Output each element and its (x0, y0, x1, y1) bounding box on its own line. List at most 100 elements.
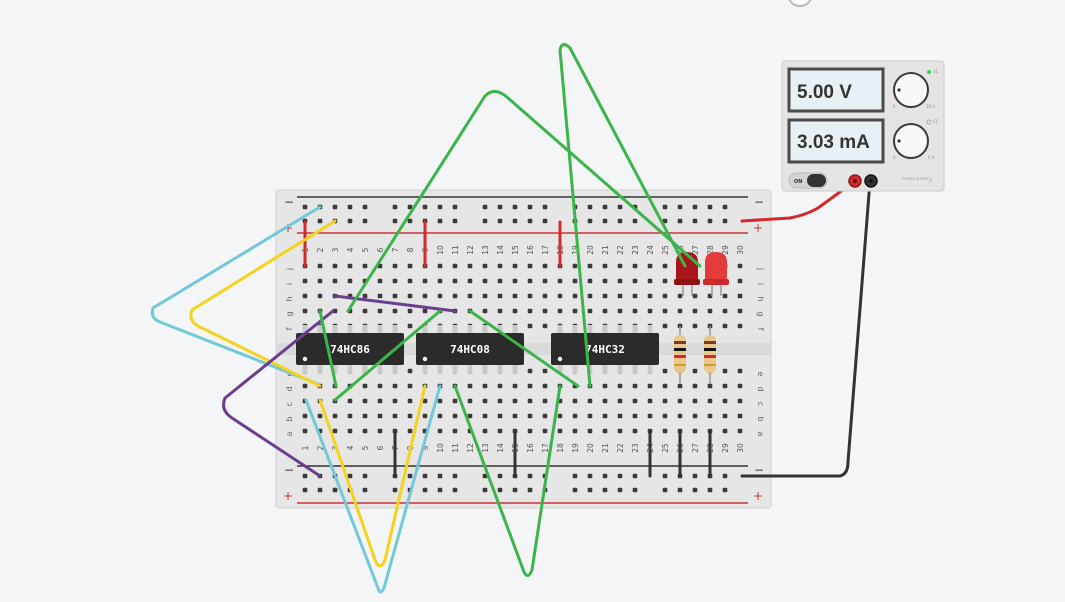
breadboard-hole[interactable] (512, 398, 518, 404)
breadboard-hole[interactable] (332, 428, 338, 434)
breadboard-hole[interactable] (602, 413, 608, 419)
breadboard-hole[interactable] (407, 473, 413, 479)
breadboard-hole[interactable] (347, 398, 353, 404)
breadboard-hole[interactable] (632, 398, 638, 404)
breadboard-hole[interactable] (362, 428, 368, 434)
breadboard-hole[interactable] (332, 413, 338, 419)
breadboard-hole[interactable] (617, 204, 623, 210)
breadboard-hole[interactable] (437, 293, 443, 299)
breadboard-hole[interactable] (662, 308, 668, 314)
breadboard-hole[interactable] (692, 383, 698, 389)
breadboard-hole[interactable] (542, 323, 548, 329)
breadboard-hole[interactable] (392, 383, 398, 389)
breadboard-hole[interactable] (482, 218, 488, 224)
breadboard-hole[interactable] (572, 278, 578, 284)
breadboard-hole[interactable] (602, 293, 608, 299)
breadboard-hole[interactable] (332, 204, 338, 210)
chip-74hc86[interactable]: 74HC86 (296, 333, 404, 365)
breadboard-hole[interactable] (377, 428, 383, 434)
breadboard-hole[interactable] (662, 278, 668, 284)
breadboard-hole[interactable] (362, 398, 368, 404)
breadboard-hole[interactable] (632, 473, 638, 479)
breadboard-hole[interactable] (722, 487, 728, 493)
breadboard-hole[interactable] (482, 263, 488, 269)
breadboard-hole[interactable] (737, 323, 743, 329)
breadboard-hole[interactable] (482, 413, 488, 419)
breadboard-hole[interactable] (422, 473, 428, 479)
breadboard-hole[interactable] (527, 323, 533, 329)
breadboard-hole[interactable] (437, 398, 443, 404)
breadboard-hole[interactable] (392, 204, 398, 210)
breadboard-hole[interactable] (377, 398, 383, 404)
breadboard-hole[interactable] (677, 383, 683, 389)
breadboard-hole[interactable] (662, 368, 668, 374)
breadboard-hole[interactable] (677, 204, 683, 210)
breadboard-hole[interactable] (482, 487, 488, 493)
breadboard-hole[interactable] (662, 263, 668, 269)
breadboard-hole[interactable] (692, 308, 698, 314)
breadboard-hole[interactable] (467, 263, 473, 269)
breadboard-hole[interactable] (527, 204, 533, 210)
breadboard-hole[interactable] (407, 383, 413, 389)
breadboard-hole[interactable] (347, 473, 353, 479)
breadboard-hole[interactable] (317, 487, 323, 493)
breadboard-hole[interactable] (722, 413, 728, 419)
breadboard-hole[interactable] (602, 278, 608, 284)
breadboard-hole[interactable] (662, 473, 668, 479)
breadboard-hole[interactable] (542, 204, 548, 210)
breadboard-hole[interactable] (647, 383, 653, 389)
breadboard-hole[interactable] (377, 413, 383, 419)
breadboard-hole[interactable] (347, 413, 353, 419)
breadboard-hole[interactable] (362, 487, 368, 493)
breadboard-hole[interactable] (527, 398, 533, 404)
zoom-control-icon[interactable] (788, 0, 812, 7)
breadboard-hole[interactable] (557, 308, 563, 314)
breadboard-hole[interactable] (602, 204, 608, 210)
breadboard-hole[interactable] (497, 278, 503, 284)
breadboard-hole[interactable] (482, 398, 488, 404)
breadboard-hole[interactable] (407, 368, 413, 374)
breadboard-hole[interactable] (617, 218, 623, 224)
breadboard-hole[interactable] (527, 413, 533, 419)
breadboard-hole[interactable] (422, 293, 428, 299)
breadboard-hole[interactable] (572, 398, 578, 404)
breadboard-hole[interactable] (467, 383, 473, 389)
breadboard-hole[interactable] (602, 308, 608, 314)
breadboard-hole[interactable] (602, 487, 608, 493)
breadboard-hole[interactable] (617, 308, 623, 314)
breadboard-hole[interactable] (677, 218, 683, 224)
breadboard-hole[interactable] (497, 487, 503, 493)
breadboard-hole[interactable] (737, 398, 743, 404)
breadboard-hole[interactable] (512, 487, 518, 493)
breadboard-hole[interactable] (362, 473, 368, 479)
breadboard-hole[interactable] (482, 278, 488, 284)
breadboard-hole[interactable] (587, 473, 593, 479)
breadboard-hole[interactable] (557, 293, 563, 299)
breadboard-hole[interactable] (557, 413, 563, 419)
breadboard-hole[interactable] (452, 293, 458, 299)
breadboard-hole[interactable] (392, 398, 398, 404)
breadboard-hole[interactable] (542, 428, 548, 434)
breadboard-hole[interactable] (737, 278, 743, 284)
breadboard-hole[interactable] (497, 383, 503, 389)
breadboard-hole[interactable] (572, 428, 578, 434)
breadboard-hole[interactable] (407, 263, 413, 269)
breadboard-hole[interactable] (602, 473, 608, 479)
breadboard-hole[interactable] (617, 293, 623, 299)
breadboard-hole[interactable] (512, 204, 518, 210)
breadboard-hole[interactable] (737, 428, 743, 434)
breadboard-hole[interactable] (557, 428, 563, 434)
breadboard-hole[interactable] (452, 428, 458, 434)
breadboard-hole[interactable] (647, 263, 653, 269)
breadboard-hole[interactable] (527, 487, 533, 493)
breadboard-hole[interactable] (407, 278, 413, 284)
breadboard-hole[interactable] (557, 278, 563, 284)
breadboard-hole[interactable] (362, 204, 368, 210)
breadboard-hole[interactable] (437, 413, 443, 419)
breadboard-hole[interactable] (587, 204, 593, 210)
breadboard-hole[interactable] (572, 263, 578, 269)
breadboard-hole[interactable] (632, 383, 638, 389)
breadboard-hole[interactable] (662, 323, 668, 329)
breadboard-hole[interactable] (662, 487, 668, 493)
breadboard-hole[interactable] (692, 293, 698, 299)
